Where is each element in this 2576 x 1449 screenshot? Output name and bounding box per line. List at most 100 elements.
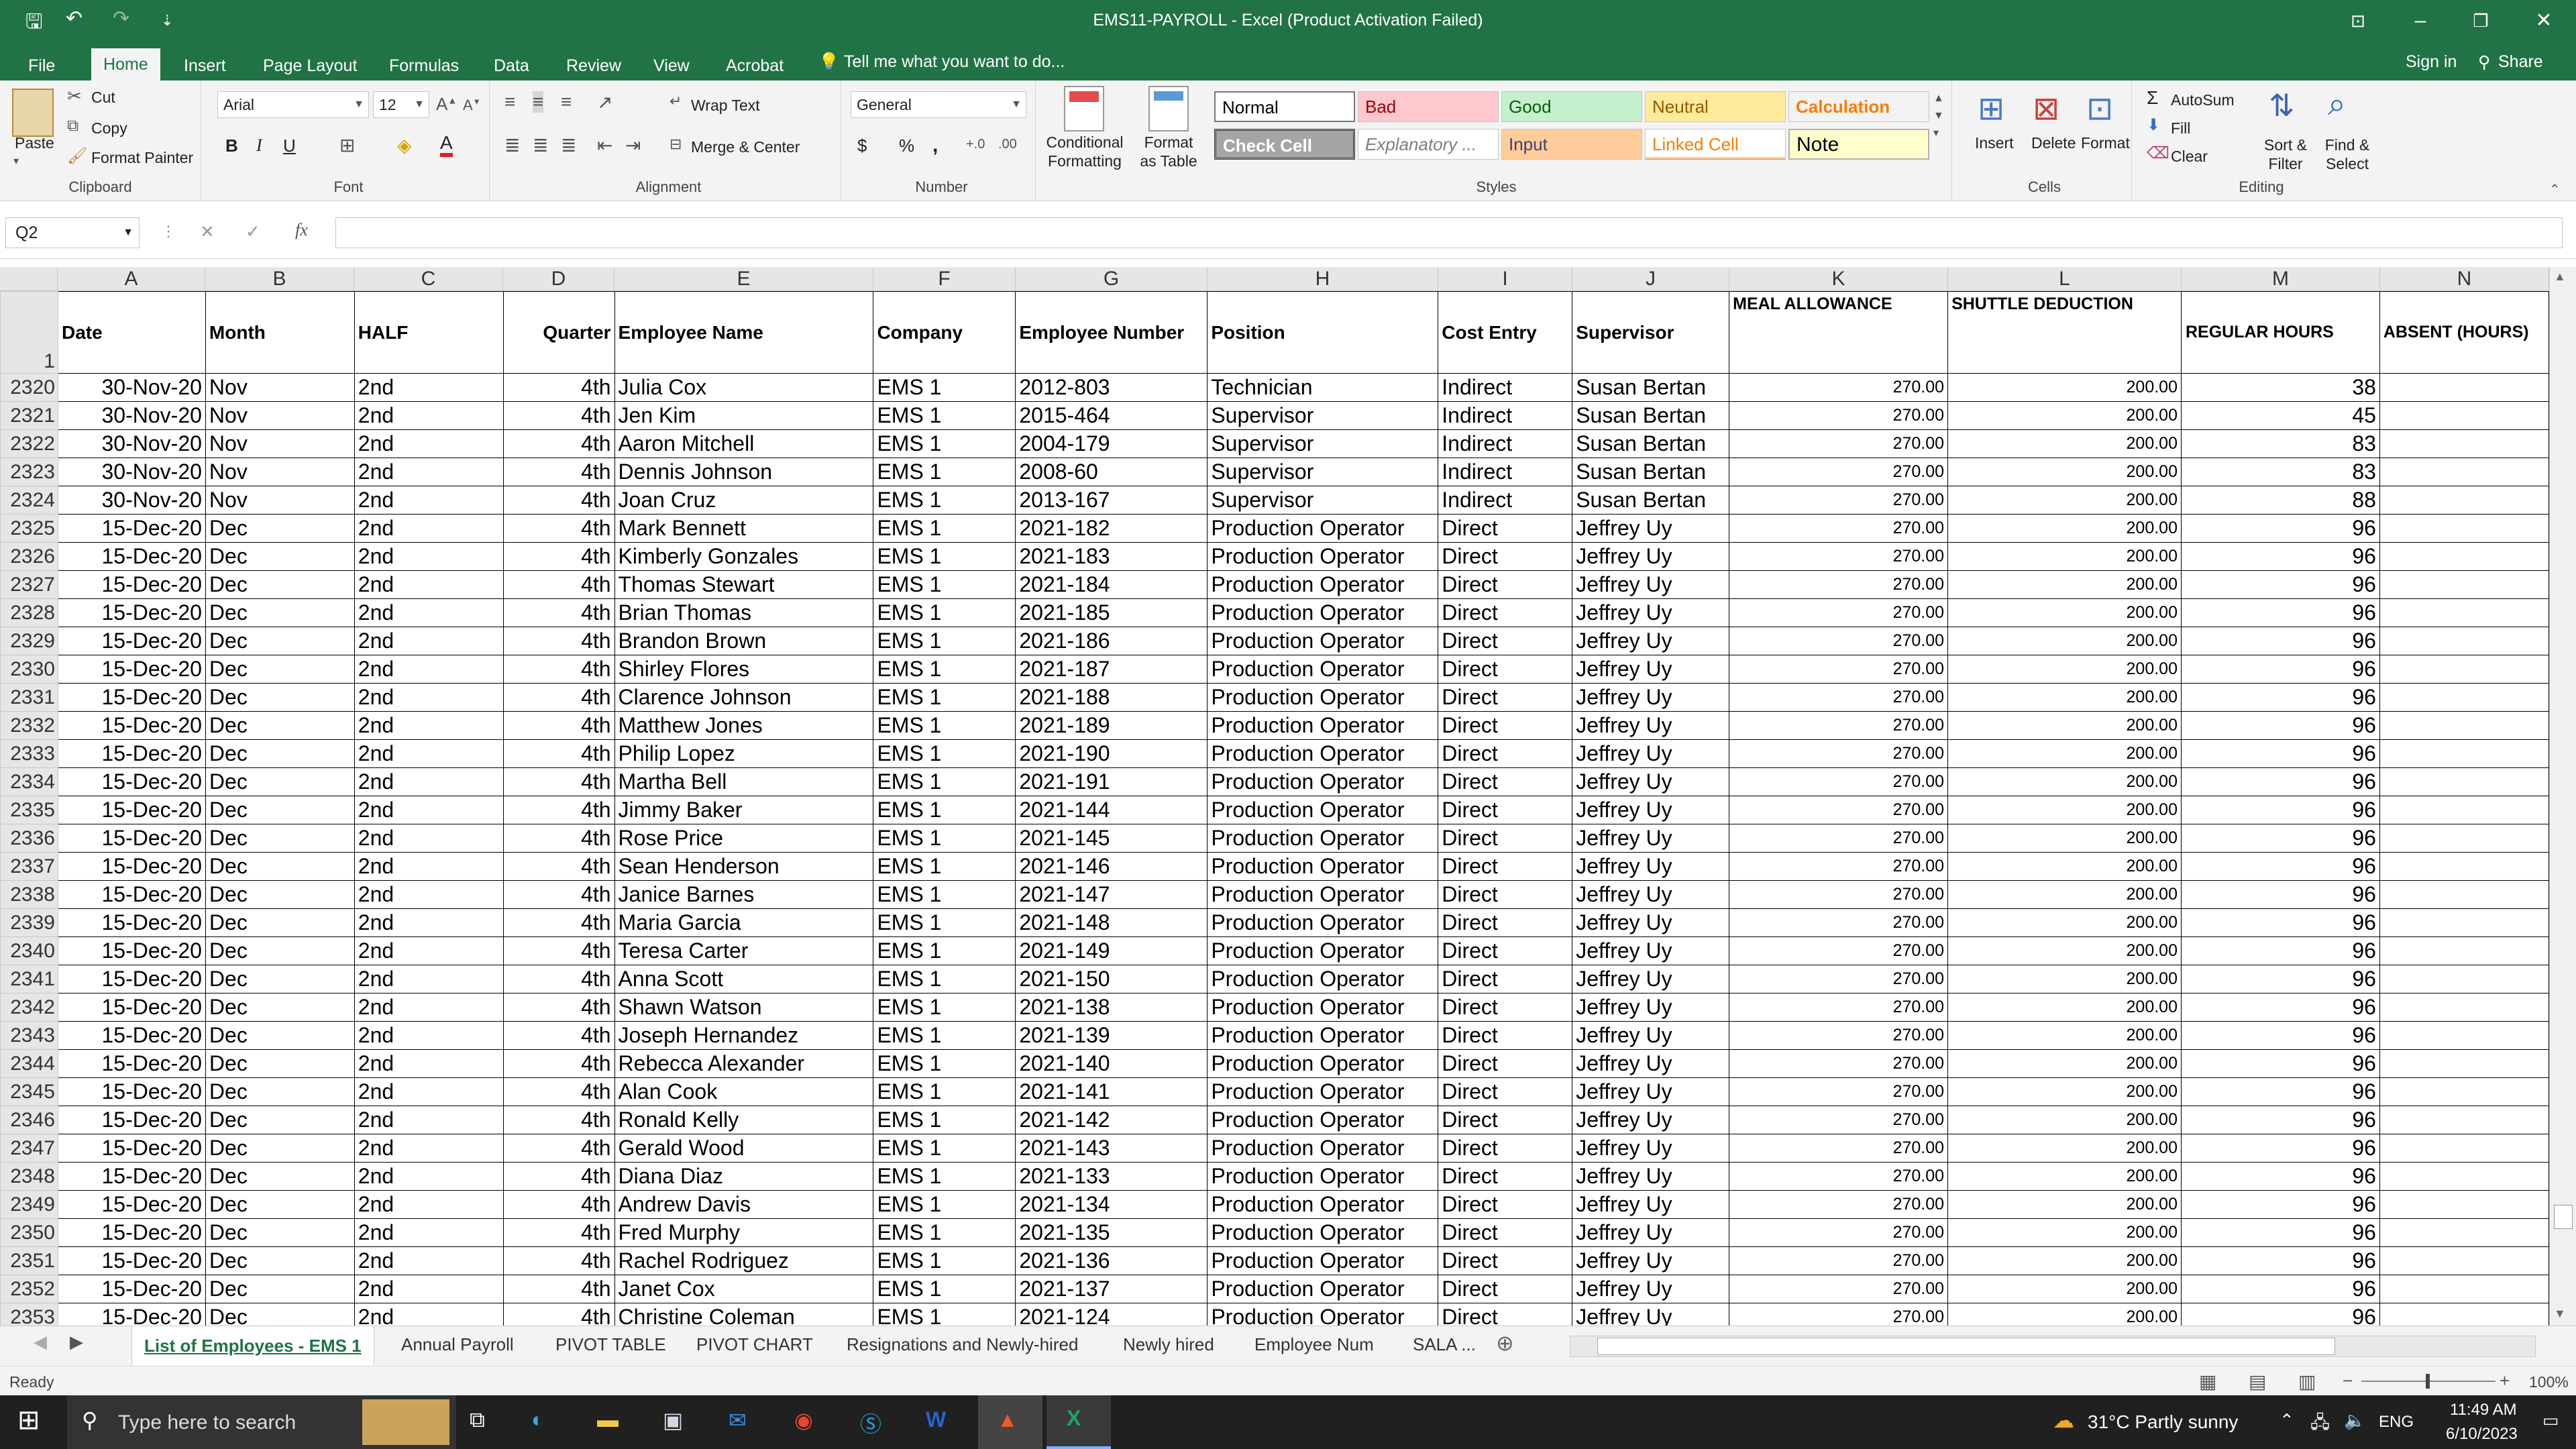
table-cell[interactable]: Direct bbox=[1438, 1021, 1573, 1050]
table-cell[interactable]: EMS 1 bbox=[873, 514, 1016, 543]
table-cell[interactable]: EMS 1 bbox=[873, 373, 1016, 402]
table-cell[interactable]: 15-Dec-20 bbox=[57, 908, 206, 937]
table-cell[interactable]: EMS 1 bbox=[873, 401, 1016, 430]
table-cell[interactable]: EMS 1 bbox=[873, 767, 1016, 796]
table-cell[interactable]: Supervisor bbox=[1207, 401, 1439, 430]
table-cell[interactable]: 96 bbox=[2180, 1275, 2380, 1303]
tab-review[interactable]: Review bbox=[554, 51, 633, 80]
table-cell[interactable]: Jeffrey Uy bbox=[1572, 570, 1730, 599]
zoom-slider-thumb[interactable] bbox=[2426, 1374, 2430, 1389]
table-cell[interactable]: Production Operator bbox=[1207, 655, 1439, 684]
sort-filter-button[interactable]: Sort & Filter bbox=[2255, 136, 2316, 173]
table-cell[interactable]: 96 bbox=[2180, 965, 2380, 994]
table-cell[interactable]: 200.00 bbox=[1947, 429, 2182, 458]
table-cell[interactable]: 270.00 bbox=[1729, 514, 1949, 543]
table-cell[interactable]: Matthew Jones bbox=[614, 711, 874, 740]
table-cell[interactable]: Dec bbox=[205, 796, 355, 824]
table-cell[interactable]: Dec bbox=[205, 598, 355, 627]
table-cell[interactable]: 2nd bbox=[354, 570, 504, 599]
table-cell[interactable] bbox=[2379, 936, 2549, 965]
column-header[interactable]: D bbox=[503, 267, 614, 291]
table-cell[interactable]: Direct bbox=[1438, 1077, 1573, 1106]
table-cell[interactable]: 2nd bbox=[354, 711, 504, 740]
table-cell[interactable]: Jeffrey Uy bbox=[1572, 1275, 1730, 1303]
font-size-dropdown[interactable]: 12 ▼ bbox=[373, 91, 429, 118]
table-cell[interactable]: Jeffrey Uy bbox=[1572, 655, 1730, 684]
edge-icon[interactable]: ◐ bbox=[531, 1407, 544, 1432]
table-cell[interactable]: Direct bbox=[1438, 514, 1573, 543]
table-cell[interactable]: 15-Dec-20 bbox=[57, 1190, 206, 1219]
table-cell[interactable]: 200.00 bbox=[1947, 542, 2182, 571]
table-cell[interactable]: Dec bbox=[205, 627, 355, 655]
table-cell[interactable]: 4th bbox=[502, 908, 615, 937]
row-header[interactable]: 2320 bbox=[0, 373, 58, 402]
table-cell[interactable]: EMS 1 bbox=[873, 880, 1016, 909]
table-cell[interactable]: Teresa Carter bbox=[614, 936, 874, 965]
row-header[interactable]: 2350 bbox=[0, 1218, 58, 1247]
table-cell[interactable]: Production Operator bbox=[1207, 1134, 1439, 1163]
table-cell[interactable]: Brian Thomas bbox=[614, 598, 874, 627]
row-header[interactable]: 2343 bbox=[0, 1021, 58, 1050]
table-cell[interactable]: EMS 1 bbox=[873, 1190, 1016, 1219]
table-cell[interactable]: Production Operator bbox=[1207, 1303, 1439, 1326]
format-button[interactable]: Format bbox=[2081, 134, 2130, 152]
header-cell[interactable]: Position bbox=[1207, 291, 1439, 374]
table-cell[interactable]: Production Operator bbox=[1207, 739, 1439, 768]
redo-icon[interactable]: ↷ bbox=[113, 7, 129, 30]
table-cell[interactable]: 15-Dec-20 bbox=[57, 739, 206, 768]
table-cell[interactable]: 200.00 bbox=[1947, 1021, 2182, 1050]
merge-center-button[interactable]: Merge & Center bbox=[691, 138, 800, 156]
align-middle-icon[interactable]: ≡ bbox=[533, 91, 544, 113]
page-break-view-icon[interactable]: ▥ bbox=[2298, 1371, 2316, 1393]
table-cell[interactable]: Jeffrey Uy bbox=[1572, 1077, 1730, 1106]
table-cell[interactable]: 2nd bbox=[354, 1190, 504, 1219]
sheet-tab-resignations[interactable]: Resignations and Newly-hired bbox=[847, 1334, 1078, 1355]
table-cell[interactable]: Production Operator bbox=[1207, 711, 1439, 740]
table-cell[interactable]: EMS 1 bbox=[873, 1106, 1016, 1134]
table-cell[interactable] bbox=[2379, 1162, 2549, 1191]
table-cell[interactable] bbox=[2379, 824, 2549, 853]
table-cell[interactable]: EMS 1 bbox=[873, 1049, 1016, 1078]
tab-view[interactable]: View bbox=[641, 51, 702, 80]
table-cell[interactable]: 2021-184 bbox=[1015, 570, 1208, 599]
table-cell[interactable]: 15-Dec-20 bbox=[57, 1134, 206, 1163]
column-header[interactable]: J bbox=[1572, 267, 1729, 291]
table-cell[interactable]: 270.00 bbox=[1729, 458, 1949, 486]
table-cell[interactable]: 96 bbox=[2180, 1106, 2380, 1134]
table-cell[interactable]: 2021-185 bbox=[1015, 598, 1208, 627]
copy-button[interactable]: Copy bbox=[91, 119, 127, 138]
table-cell[interactable]: 4th bbox=[502, 1021, 615, 1050]
table-cell[interactable]: Direct bbox=[1438, 711, 1573, 740]
style-neutral[interactable]: Neutral bbox=[1645, 91, 1786, 122]
table-cell[interactable]: 2nd bbox=[354, 739, 504, 768]
table-cell[interactable]: 270.00 bbox=[1729, 1049, 1949, 1078]
style-linked-cell[interactable]: Linked Cell bbox=[1645, 129, 1786, 160]
row-header[interactable]: 2323 bbox=[0, 458, 58, 486]
increase-indent-icon[interactable]: ⇥ bbox=[625, 134, 641, 156]
table-cell[interactable]: EMS 1 bbox=[873, 852, 1016, 881]
table-cell[interactable]: Nov bbox=[205, 458, 355, 486]
table-cell[interactable]: 15-Dec-20 bbox=[57, 598, 206, 627]
table-cell[interactable]: 2012-803 bbox=[1015, 373, 1208, 402]
table-cell[interactable]: 4th bbox=[502, 1077, 615, 1106]
column-header[interactable]: K bbox=[1729, 267, 1948, 291]
row-header[interactable]: 2348 bbox=[0, 1162, 58, 1191]
table-cell[interactable]: 2nd bbox=[354, 429, 504, 458]
table-cell[interactable]: Dec bbox=[205, 880, 355, 909]
insert-button[interactable]: Insert bbox=[1975, 134, 2014, 152]
row-header[interactable]: 2328 bbox=[0, 598, 58, 627]
table-cell[interactable]: EMS 1 bbox=[873, 965, 1016, 994]
tab-file[interactable]: File bbox=[16, 51, 67, 80]
table-cell[interactable]: Jeffrey Uy bbox=[1572, 627, 1730, 655]
table-cell[interactable]: Shawn Watson bbox=[614, 993, 874, 1022]
table-cell[interactable]: 270.00 bbox=[1729, 570, 1949, 599]
table-cell[interactable]: 200.00 bbox=[1947, 908, 2182, 937]
table-cell[interactable]: 2021-135 bbox=[1015, 1218, 1208, 1247]
table-cell[interactable]: 15-Dec-20 bbox=[57, 880, 206, 909]
table-cell[interactable]: EMS 1 bbox=[873, 1303, 1016, 1326]
table-cell[interactable]: Rachel Rodriguez bbox=[614, 1246, 874, 1275]
table-cell[interactable]: 2021-124 bbox=[1015, 1303, 1208, 1326]
table-cell[interactable]: 96 bbox=[2180, 824, 2380, 853]
table-cell[interactable]: 270.00 bbox=[1729, 824, 1949, 853]
skype-icon[interactable]: Ⓢ bbox=[860, 1407, 881, 1438]
